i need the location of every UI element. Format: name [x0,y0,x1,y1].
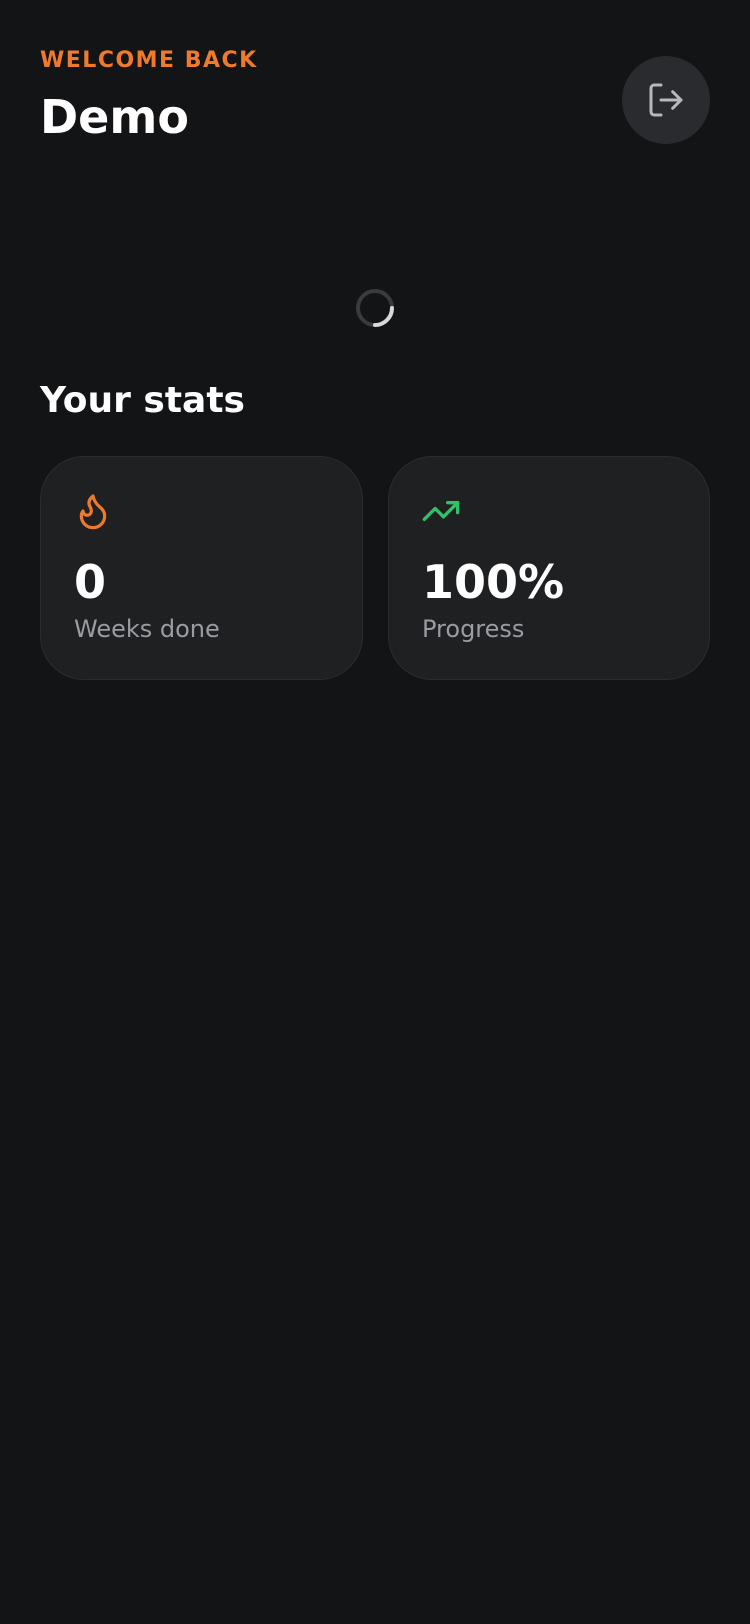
welcome-label: WELCOME BACK [40,48,258,73]
stat-value: 100% [422,555,565,609]
loading-spinner-icon [356,289,394,327]
logout-button[interactable] [622,56,710,144]
stat-card-progress: 100% Progress [388,456,710,680]
stats-section-title: Your stats [40,380,245,421]
user-name: Demo [40,90,189,144]
stat-value: 0 [74,555,107,609]
logout-icon [649,83,683,117]
stat-card-weeks-done: 0 Weeks done [40,456,363,680]
stat-label: Weeks done [74,615,220,643]
flame-icon [79,494,107,530]
trending-up-icon [422,501,460,521]
stat-label: Progress [422,615,525,643]
